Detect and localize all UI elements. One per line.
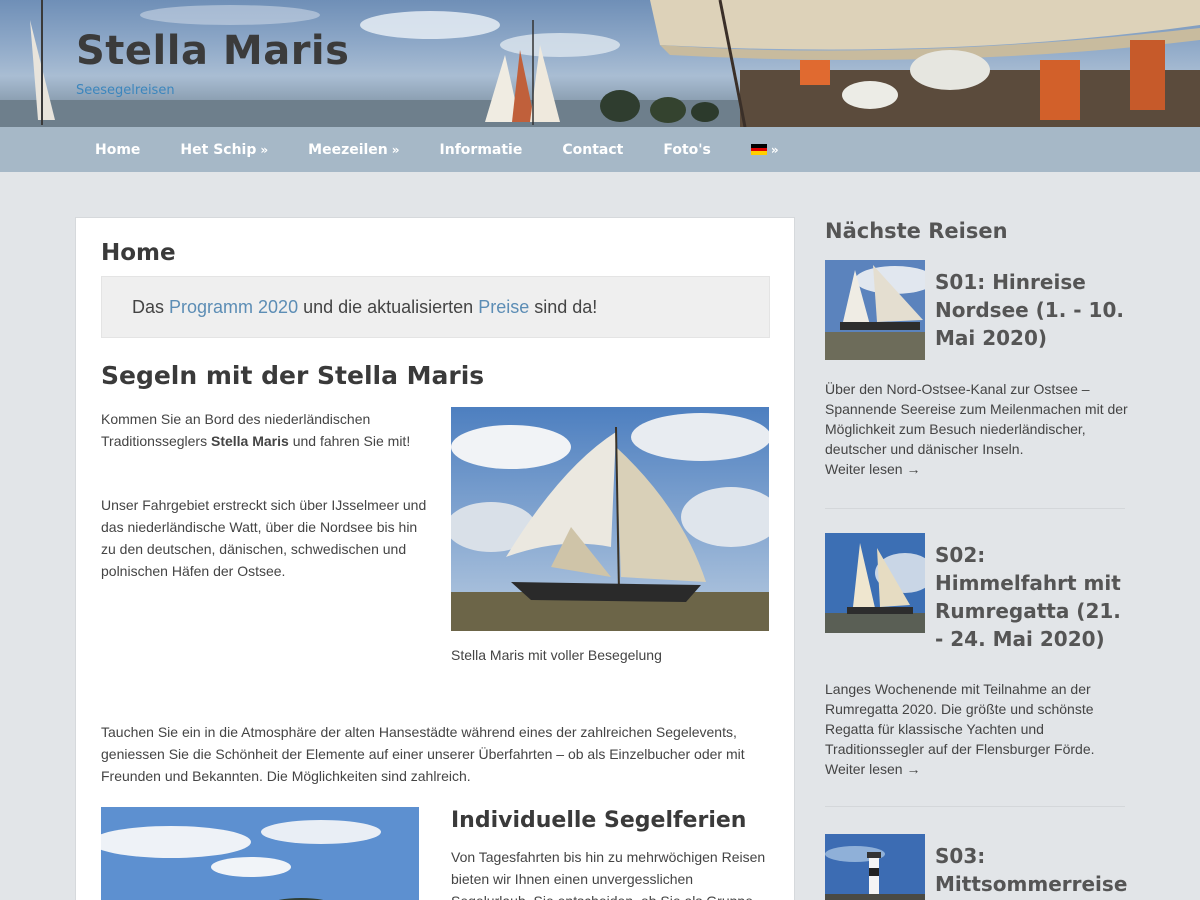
- subsection-heading: Individuelle Segelferien: [451, 808, 747, 833]
- sidebar-divider: [825, 508, 1125, 509]
- trip-description: Über den Nord-Ostsee-Kanal zur Ostsee – …: [825, 379, 1130, 479]
- main-navigation: Home Het Schip» Meezeilen» Informatie Co…: [0, 127, 1200, 172]
- site-title[interactable]: Stella Maris: [76, 28, 349, 74]
- programm-link[interactable]: Programm 2020: [169, 297, 298, 317]
- trip-item: S02: Himmelfahrt mit Rumregatta (21. - 2…: [825, 533, 1125, 783]
- header-banner: Stella Maris Seesegelreisen: [0, 0, 1200, 127]
- chevron-right-icon: »: [260, 142, 269, 157]
- nav-item-het-schip[interactable]: Het Schip»: [160, 142, 288, 158]
- harbour-photo[interactable]: [101, 807, 419, 900]
- atmosphere-paragraph: Tauchen Sie ein in die Atmosphäre der al…: [101, 724, 745, 784]
- photo-caption: Stella Maris mit voller Besegelung: [451, 647, 662, 663]
- area-paragraph: Unser Fahrgebiet erstreckt sich über IJs…: [101, 497, 427, 579]
- nav-item-informatie[interactable]: Informatie: [420, 142, 543, 158]
- trip-thumbnail[interactable]: [825, 533, 925, 633]
- nav-item-home[interactable]: Home: [75, 142, 160, 158]
- main-content: Home Das Programm 2020 und die aktualisi…: [75, 217, 795, 900]
- chevron-right-icon: »: [770, 142, 779, 157]
- read-more-link[interactable]: Weiter lesen →: [825, 459, 1130, 479]
- nav-item-language[interactable]: »: [731, 143, 799, 157]
- announcement-box: Das Programm 2020 und die aktualisierten…: [101, 276, 770, 338]
- sidebar-divider: [825, 806, 1125, 807]
- trip-title[interactable]: S02: Himmelfahrt mit Rumregatta (21. - 2…: [935, 541, 1130, 653]
- trip-item: S03: Mittsommerreise: [825, 834, 1127, 900]
- sidebar-title: Nächste Reisen: [825, 219, 1008, 243]
- section-heading: Segeln mit der Stella Maris: [101, 361, 485, 390]
- nav-item-fotos[interactable]: Foto's: [643, 142, 731, 158]
- segelferien-paragraph: Von Tagesfahrten bis hin zu mehrwöchigen…: [451, 849, 766, 900]
- trip-thumbnail[interactable]: [825, 260, 925, 360]
- trip-title[interactable]: S03: Mittsommerreise: [935, 842, 1130, 898]
- page-title: Home: [101, 240, 176, 266]
- nav-item-meezeilen[interactable]: Meezeilen»: [288, 142, 419, 158]
- site-tagline: Seesegelreisen: [76, 83, 175, 98]
- ship-photo[interactable]: [451, 407, 769, 631]
- nav-item-contact[interactable]: Contact: [542, 142, 643, 158]
- intro-paragraph: Kommen Sie an Bord des niederländischen …: [101, 411, 411, 449]
- chevron-right-icon: »: [391, 142, 400, 157]
- preise-link[interactable]: Preise: [478, 297, 529, 317]
- trip-thumbnail[interactable]: [825, 834, 925, 900]
- read-more-link[interactable]: Weiter lesen →: [825, 759, 1130, 779]
- german-flag-icon: [750, 144, 767, 155]
- trip-title[interactable]: S01: Hinreise Nordsee (1. - 10. Mai 2020…: [935, 268, 1130, 352]
- trip-description: Langes Wochenende mit Teilnahme an der R…: [825, 679, 1130, 779]
- trip-item: S01: Hinreise Nordsee (1. - 10. Mai 2020…: [825, 260, 1128, 490]
